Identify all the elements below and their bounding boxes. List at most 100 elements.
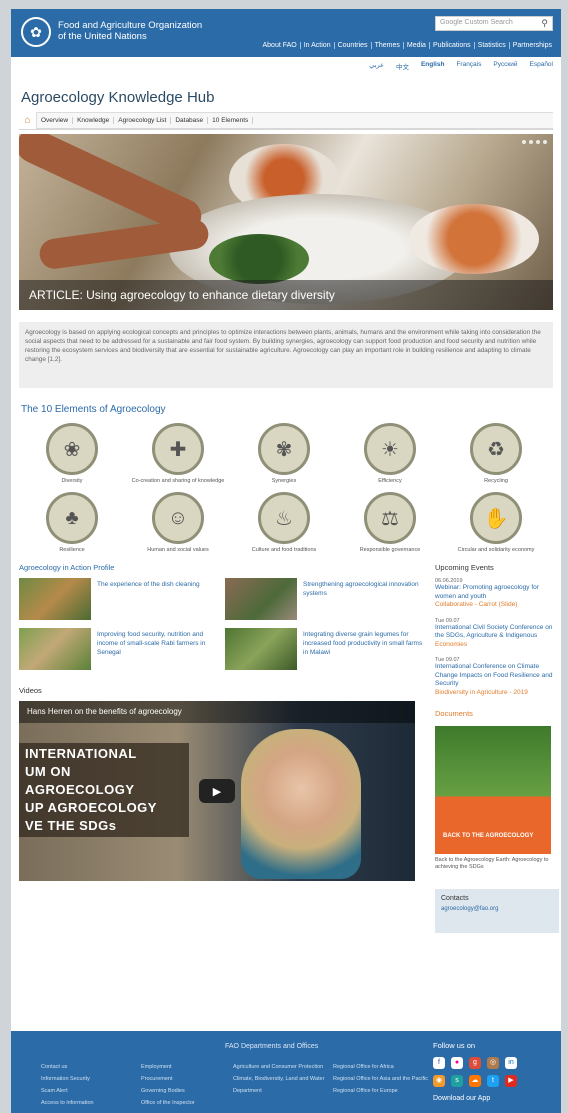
efficiency-icon: ☀ bbox=[364, 423, 416, 475]
element-culture[interactable]: ♨ Culture and food traditions bbox=[231, 492, 337, 553]
event-item[interactable]: Tue 09.07 International Conference on Cl… bbox=[435, 657, 559, 697]
footer-link[interactable]: Contact us bbox=[41, 1061, 94, 1073]
footer-link[interactable]: Governing Bodies bbox=[141, 1085, 195, 1097]
footer-link[interactable]: Regional Office for Asia and the Pacific bbox=[333, 1073, 428, 1085]
story-thumbnail[interactable] bbox=[225, 578, 297, 620]
topnav-themes[interactable]: Themes bbox=[370, 42, 403, 49]
element-label: Circular and solidarity economy bbox=[457, 547, 535, 553]
story-title[interactable]: Strengthening agroecological innovation … bbox=[303, 578, 425, 620]
element-label: Responsible governance bbox=[359, 547, 421, 553]
fao-logo-icon[interactable]: ✿ bbox=[21, 17, 51, 47]
download-app-link[interactable]: Download our App bbox=[433, 1095, 490, 1102]
story-thumbnail[interactable] bbox=[19, 628, 91, 670]
footer-link[interactable]: Procurement bbox=[141, 1073, 195, 1085]
linkedin-icon[interactable]: in bbox=[505, 1057, 517, 1069]
hero-caption[interactable]: ARTICLE: Using agroecology to enhance di… bbox=[19, 280, 553, 310]
list-item[interactable]: The experience of the dish cleaning bbox=[19, 578, 219, 620]
element-synergies[interactable]: ✾ Synergies bbox=[231, 423, 337, 484]
story-title[interactable]: Improving food security, nutrition and i… bbox=[97, 628, 219, 670]
subnav-10-elements[interactable]: 10 Elements bbox=[208, 117, 254, 124]
element-governance[interactable]: ⚖ Responsible governance bbox=[337, 492, 443, 553]
videos-title: Videos bbox=[19, 686, 42, 695]
lang-es[interactable]: Español bbox=[530, 61, 554, 71]
footer-link[interactable]: Climate, Biodiversity, Land and Water De… bbox=[233, 1073, 328, 1097]
event-title[interactable]: International Civil Society Conference o… bbox=[435, 624, 559, 641]
story-title[interactable]: The experience of the dish cleaning bbox=[97, 578, 200, 620]
topnav-media[interactable]: Media bbox=[402, 42, 429, 49]
search-icon[interactable]: ⚲ bbox=[541, 18, 548, 29]
footer-link[interactable]: Information Security bbox=[41, 1073, 94, 1085]
topnav-in-action[interactable]: In Action bbox=[299, 42, 334, 49]
lang-ar[interactable]: عربي bbox=[369, 61, 384, 71]
footer-link[interactable]: Scam Alert bbox=[41, 1085, 94, 1097]
action-title: Agroecology in Action Profile bbox=[19, 563, 115, 572]
footer-link[interactable]: Employment bbox=[141, 1061, 195, 1073]
event-extra[interactable]: Collaborative - Carrot (Slide) bbox=[435, 601, 559, 610]
footer-link[interactable]: Agriculture and Consumer Protection bbox=[233, 1061, 328, 1073]
subnav-agroecology-list[interactable]: Agroecology List bbox=[114, 117, 172, 124]
video-banner-line: VE THE SDGs bbox=[25, 818, 117, 833]
event-item[interactable]: 06.06.2019 Webinar: Promoting agroecolog… bbox=[435, 578, 559, 610]
element-label: Co-creation and sharing of knowledge bbox=[131, 478, 225, 484]
lang-en[interactable]: English bbox=[421, 61, 444, 71]
element-economy[interactable]: ✋ Circular and solidarity economy bbox=[443, 492, 549, 553]
list-item[interactable]: Improving food security, nutrition and i… bbox=[19, 628, 219, 670]
subnav-knowledge[interactable]: Knowledge bbox=[73, 117, 115, 124]
lang-fr[interactable]: Français bbox=[456, 61, 481, 71]
element-co-creation[interactable]: ✚ Co-creation and sharing of knowledge bbox=[125, 423, 231, 484]
diversity-icon: ❀ bbox=[46, 423, 98, 475]
element-recycling[interactable]: ♻ Recycling bbox=[443, 423, 549, 484]
search-input[interactable]: Google Custom Search ⚲ bbox=[435, 16, 553, 31]
element-label: Synergies bbox=[271, 478, 297, 484]
topnav-statistics[interactable]: Statistics bbox=[473, 42, 509, 49]
story-title[interactable]: Integrating diverse grain legumes for in… bbox=[303, 628, 425, 670]
lang-ru[interactable]: Русский bbox=[493, 61, 517, 71]
topnav-partnerships[interactable]: Partnerships bbox=[508, 42, 555, 49]
hero-carousel[interactable]: ARTICLE: Using agroecology to enhance di… bbox=[19, 134, 553, 310]
home-icon[interactable]: ⌂ bbox=[19, 112, 37, 129]
document-caption[interactable]: Back to the Agroecology Earth: Agroecolo… bbox=[435, 857, 559, 871]
element-diversity[interactable]: ❀ Diversity bbox=[19, 423, 125, 484]
twitter-icon[interactable]: t bbox=[487, 1075, 499, 1087]
facebook-icon[interactable]: f bbox=[433, 1057, 445, 1069]
footer-link[interactable]: Regional Office for Europe bbox=[333, 1085, 428, 1097]
flickr-icon[interactable]: ● bbox=[451, 1057, 463, 1069]
video-player[interactable]: Hans Herren on the benefits of agroecolo… bbox=[19, 701, 415, 881]
subnav-overview[interactable]: Overview bbox=[37, 117, 74, 124]
document-cover[interactable]: BACK TO THE AGROECOLOGY bbox=[435, 726, 551, 854]
instagram-icon[interactable]: ◎ bbox=[487, 1057, 499, 1069]
event-extra[interactable]: Economies bbox=[435, 641, 559, 650]
soundcloud-icon[interactable]: ☁ bbox=[469, 1075, 481, 1087]
story-thumbnail[interactable] bbox=[225, 628, 297, 670]
topnav-publications[interactable]: Publications bbox=[428, 42, 474, 49]
org-name[interactable]: Food and Agriculture Organization of the… bbox=[58, 20, 202, 42]
element-efficiency[interactable]: ☀ Efficiency bbox=[337, 423, 443, 484]
list-item[interactable]: Integrating diverse grain legumes for in… bbox=[225, 628, 425, 670]
rss-icon[interactable]: ◉ bbox=[433, 1075, 445, 1087]
list-item[interactable]: Strengthening agroecological innovation … bbox=[225, 578, 425, 620]
footer-col-4: Regional Office for Africa Regional Offi… bbox=[333, 1061, 428, 1097]
lang-zh[interactable]: 中文 bbox=[396, 61, 409, 71]
event-item[interactable]: Tue 09.07 International Civil Society Co… bbox=[435, 618, 559, 650]
video-title[interactable]: Hans Herren on the benefits of agroecolo… bbox=[27, 707, 182, 716]
contacts-link[interactable]: agroecology@fao.org bbox=[441, 906, 553, 912]
play-icon[interactable]: ▶ bbox=[199, 779, 235, 803]
topnav-countries[interactable]: Countries bbox=[333, 42, 371, 49]
footer-link[interactable]: Regional Office for Africa bbox=[333, 1061, 428, 1073]
topnav-about[interactable]: About FAO bbox=[259, 42, 299, 49]
element-resilience[interactable]: ♣ Resilience bbox=[19, 492, 125, 553]
youtube-icon[interactable]: ▶ bbox=[505, 1075, 517, 1087]
footer-link[interactable]: Access to information bbox=[41, 1097, 94, 1109]
carousel-dots[interactable] bbox=[522, 140, 547, 144]
slideshare-icon[interactable]: s bbox=[451, 1075, 463, 1087]
event-title[interactable]: Webinar: Promoting agroecology for women… bbox=[435, 584, 559, 601]
footer-col-3: Agriculture and Consumer Protection Clim… bbox=[233, 1061, 328, 1097]
event-extra[interactable]: Biodiversity in Agriculture - 2019 bbox=[435, 689, 559, 698]
story-thumbnail[interactable] bbox=[19, 578, 91, 620]
human-values-icon: ☺ bbox=[152, 492, 204, 544]
event-title[interactable]: International Conference on Climate Chan… bbox=[435, 663, 559, 689]
subnav-database[interactable]: Database bbox=[171, 117, 209, 124]
googleplus-icon[interactable]: g bbox=[469, 1057, 481, 1069]
footer-link[interactable]: Office of the Inspector bbox=[141, 1097, 195, 1109]
element-human-values[interactable]: ☺ Human and social values bbox=[125, 492, 231, 553]
